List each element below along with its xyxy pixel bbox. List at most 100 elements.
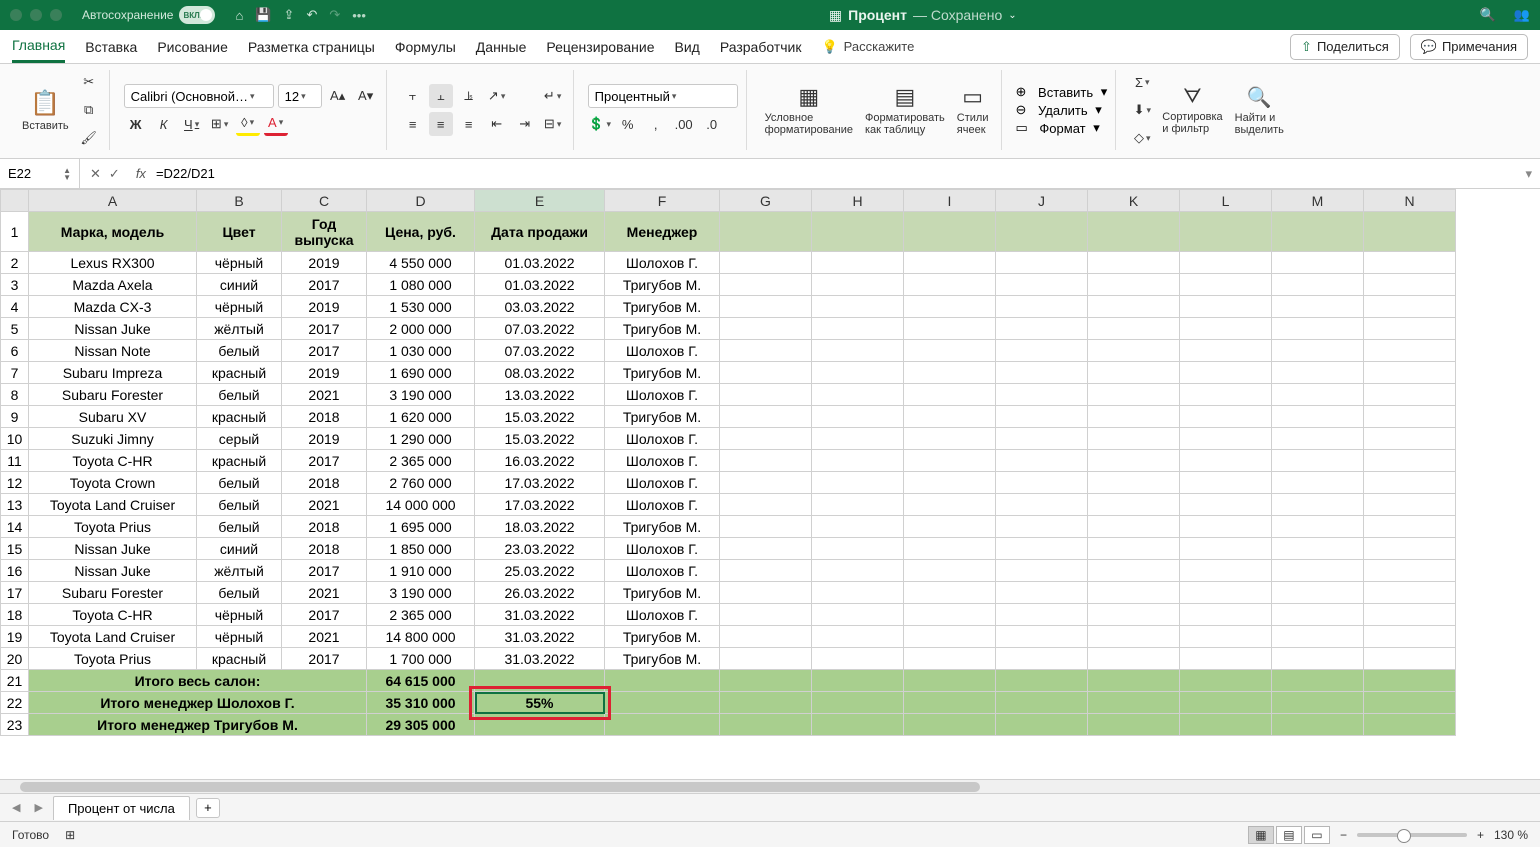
- data-cell[interactable]: красный: [197, 362, 282, 384]
- data-cell[interactable]: красный: [197, 406, 282, 428]
- share-button[interactable]: ⇧Поделиться: [1290, 34, 1400, 60]
- column-header-L[interactable]: L: [1180, 190, 1272, 212]
- data-cell[interactable]: белый: [197, 582, 282, 604]
- underline-button[interactable]: Ч: [180, 112, 204, 136]
- data-cell[interactable]: Шолохов Г.: [605, 384, 720, 406]
- row-header[interactable]: 10: [1, 428, 29, 450]
- data-cell[interactable]: 2017: [282, 648, 367, 670]
- data-cell[interactable]: белый: [197, 340, 282, 362]
- data-cell[interactable]: Suzuki Jimny: [29, 428, 197, 450]
- row-header[interactable]: 9: [1, 406, 29, 428]
- fill-icon[interactable]: ⬇: [1130, 98, 1154, 122]
- data-cell[interactable]: Тригубов М.: [605, 296, 720, 318]
- document-title[interactable]: ▦ Процент — Сохранено ⌄: [366, 7, 1480, 24]
- column-header-D[interactable]: D: [367, 190, 475, 212]
- data-cell[interactable]: 2019: [282, 296, 367, 318]
- data-cell[interactable]: 1 030 000: [367, 340, 475, 362]
- data-cell[interactable]: 2 000 000: [367, 318, 475, 340]
- data-cell[interactable]: Toyota C-HR: [29, 450, 197, 472]
- table-header-cell[interactable]: Марка, модель: [29, 212, 197, 252]
- data-cell[interactable]: 2 760 000: [367, 472, 475, 494]
- column-header-C[interactable]: C: [282, 190, 367, 212]
- accept-formula-icon[interactable]: ✓: [109, 166, 120, 182]
- next-sheet-icon[interactable]: ▶: [30, 801, 46, 814]
- data-cell[interactable]: 3 190 000: [367, 582, 475, 604]
- tab-developer[interactable]: Разработчик: [720, 30, 802, 63]
- data-cell[interactable]: 1 850 000: [367, 538, 475, 560]
- accessibility-icon[interactable]: ⊞: [65, 828, 75, 842]
- align-middle-icon[interactable]: ⫠: [429, 84, 453, 108]
- data-cell[interactable]: 1 080 000: [367, 274, 475, 296]
- data-cell[interactable]: 31.03.2022: [475, 604, 605, 626]
- data-cell[interactable]: чёрный: [197, 604, 282, 626]
- data-cell[interactable]: синий: [197, 538, 282, 560]
- autosave[interactable]: Автосохранение ВКЛ.: [82, 6, 215, 24]
- row-header[interactable]: 17: [1, 582, 29, 604]
- data-cell[interactable]: Toyota Prius: [29, 648, 197, 670]
- row-header[interactable]: 5: [1, 318, 29, 340]
- comma-icon[interactable]: ,: [644, 112, 668, 136]
- row-header[interactable]: 13: [1, 494, 29, 516]
- row-header[interactable]: 19: [1, 626, 29, 648]
- font-size-select[interactable]: 12: [278, 84, 322, 108]
- tab-view[interactable]: Вид: [675, 30, 700, 63]
- font-name-select[interactable]: Calibri (Основной…: [124, 84, 274, 108]
- find-select-button[interactable]: 🔍 Найти и выделить: [1231, 83, 1288, 138]
- italic-button[interactable]: К: [152, 112, 176, 136]
- row-header[interactable]: 14: [1, 516, 29, 538]
- data-cell[interactable]: 01.03.2022: [475, 252, 605, 274]
- fill-color-button[interactable]: ◊: [236, 112, 260, 136]
- data-cell[interactable]: Тригубов М.: [605, 626, 720, 648]
- increase-font-icon[interactable]: A▴: [326, 84, 350, 108]
- data-cell[interactable]: 2017: [282, 340, 367, 362]
- comments-button[interactable]: 💬Примечания: [1410, 34, 1528, 60]
- data-cell[interactable]: Тригубов М.: [605, 406, 720, 428]
- data-cell[interactable]: Toyota Land Cruiser: [29, 494, 197, 516]
- zoom-out-button[interactable]: −: [1340, 828, 1347, 842]
- chevron-down-icon[interactable]: ⌄: [1008, 10, 1016, 21]
- data-cell[interactable]: 2017: [282, 274, 367, 296]
- column-header-K[interactable]: K: [1088, 190, 1180, 212]
- data-cell[interactable]: 13.03.2022: [475, 384, 605, 406]
- column-header-F[interactable]: F: [605, 190, 720, 212]
- cell-styles-button[interactable]: ▭ Стили ячеек: [953, 82, 993, 138]
- view-page-layout-icon[interactable]: ▤: [1276, 826, 1302, 844]
- column-header-J[interactable]: J: [996, 190, 1088, 212]
- data-cell[interactable]: чёрный: [197, 252, 282, 274]
- format-cells-button[interactable]: ▭ Формат ▾: [1016, 120, 1108, 136]
- tab-layout[interactable]: Разметка страницы: [248, 30, 375, 63]
- sheet-tab[interactable]: Процент от числа: [53, 796, 190, 820]
- data-cell[interactable]: 2017: [282, 560, 367, 582]
- window-controls[interactable]: [10, 9, 62, 21]
- column-header-A[interactable]: A: [29, 190, 197, 212]
- data-cell[interactable]: 15.03.2022: [475, 428, 605, 450]
- tab-formulas[interactable]: Формулы: [395, 30, 456, 63]
- column-header-G[interactable]: G: [720, 190, 812, 212]
- data-cell[interactable]: Шолохов Г.: [605, 494, 720, 516]
- sort-filter-button[interactable]: ᗊ Сортировка и фильтр: [1158, 84, 1226, 137]
- data-cell[interactable]: белый: [197, 384, 282, 406]
- data-cell[interactable]: 2 365 000: [367, 604, 475, 626]
- data-cell[interactable]: 2021: [282, 626, 367, 648]
- data-cell[interactable]: 2019: [282, 428, 367, 450]
- increase-indent-icon[interactable]: ⇥: [513, 112, 537, 136]
- name-box-stepper[interactable]: ▲▼: [63, 167, 71, 181]
- increase-decimal-icon[interactable]: .00: [672, 112, 696, 136]
- data-cell[interactable]: Subaru Forester: [29, 384, 197, 406]
- fx-label[interactable]: fx: [130, 166, 152, 181]
- data-cell[interactable]: 2018: [282, 472, 367, 494]
- data-cell[interactable]: Тригубов М.: [605, 648, 720, 670]
- data-cell[interactable]: Subaru XV: [29, 406, 197, 428]
- row-header[interactable]: 23: [1, 714, 29, 736]
- table-header-cell[interactable]: Дата продажи: [475, 212, 605, 252]
- data-cell[interactable]: 3 190 000: [367, 384, 475, 406]
- decrease-indent-icon[interactable]: ⇤: [485, 112, 509, 136]
- data-cell[interactable]: чёрный: [197, 296, 282, 318]
- data-cell[interactable]: 1 620 000: [367, 406, 475, 428]
- cut-icon[interactable]: ✂: [77, 70, 101, 94]
- tab-review[interactable]: Рецензирование: [546, 30, 654, 63]
- data-cell[interactable]: Шолохов Г.: [605, 560, 720, 582]
- data-cell[interactable]: Тригубов М.: [605, 274, 720, 296]
- prev-sheet-icon[interactable]: ◀: [8, 801, 24, 814]
- clear-icon[interactable]: ◇: [1130, 126, 1154, 150]
